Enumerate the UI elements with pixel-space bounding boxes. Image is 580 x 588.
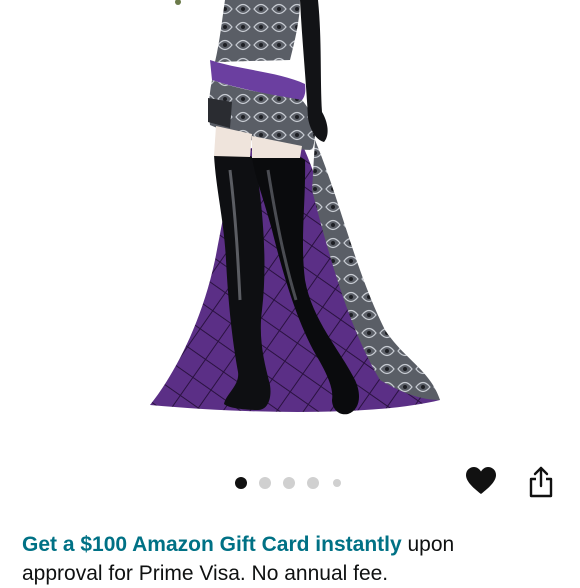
share-button[interactable] (524, 464, 558, 500)
figurine-illustration (150, 0, 440, 415)
product-image[interactable] (0, 0, 580, 445)
gift-card-offer-link[interactable]: Get a $100 Amazon Gift Card instantly (22, 533, 402, 556)
carousel-dot-1[interactable] (235, 477, 247, 489)
prime-visa-promo: Get a $100 Amazon Gift Card instantly up… (22, 530, 580, 588)
heart-icon (466, 467, 496, 494)
carousel-dot-5[interactable] (333, 479, 341, 487)
promo-text-line2: approval for Prime Visa. No annual fee. (22, 562, 389, 585)
image-carousel-dots[interactable] (235, 476, 353, 490)
share-icon (529, 466, 553, 498)
carousel-dot-4[interactable] (307, 477, 319, 489)
carousel-dot-2[interactable] (259, 477, 271, 489)
promo-text-line1: upon (401, 533, 455, 556)
wishlist-button[interactable] (464, 464, 498, 498)
carousel-dot-3[interactable] (283, 477, 295, 489)
